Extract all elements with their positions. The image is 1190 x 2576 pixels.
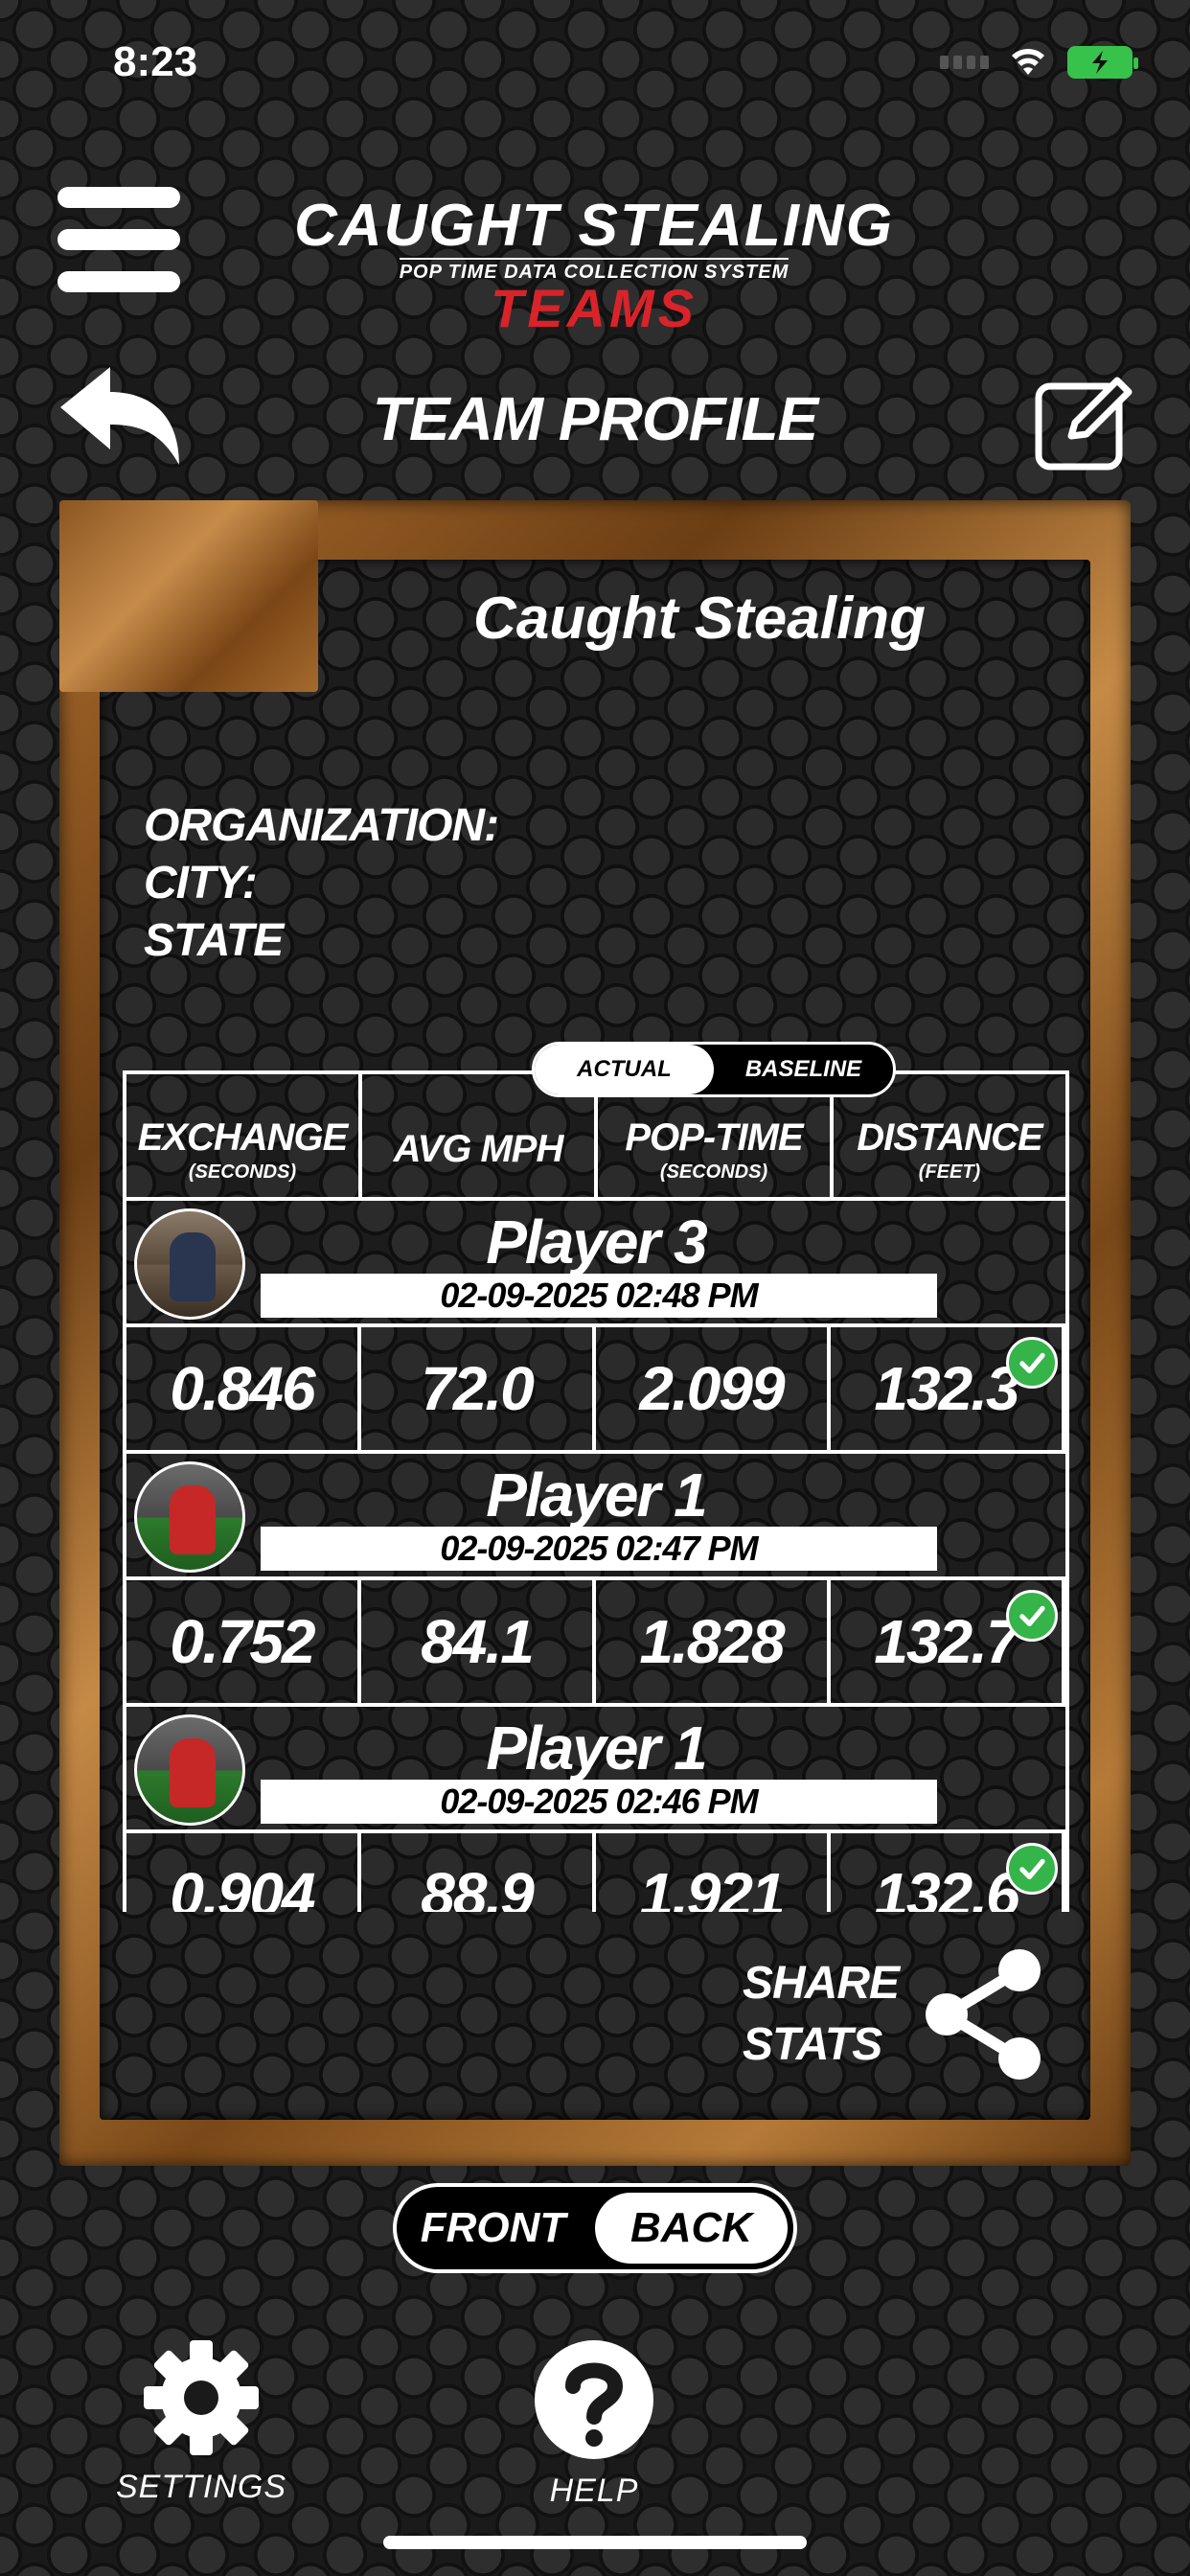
wifi-icon	[1012, 48, 1044, 75]
verified-check-icon	[1006, 1590, 1058, 1642]
player-name: Player 3	[486, 1208, 708, 1276]
player-name: Player 1	[486, 1714, 708, 1782]
throw-datetime: 02-09-2025 02:46 PM	[261, 1780, 937, 1824]
settings-label: SETTINGS	[115, 2469, 287, 2505]
player-row[interactable]: Player 1 02-09-2025 02:46 PM	[126, 1707, 1065, 1833]
stats-table[interactable]: EXCHANGE (SECONDS) AVG MPH POP-TIME (SEC…	[123, 1070, 1069, 1912]
toggle-back[interactable]: BACK	[595, 2193, 788, 2264]
status-time: 8:23	[113, 38, 198, 85]
share-icon[interactable]	[920, 1945, 1046, 2083]
pop-time-value: 2.099	[596, 1327, 831, 1450]
player-row[interactable]: Player 1 02-09-2025 02:47 PM	[126, 1454, 1065, 1580]
logo-teams-text: TEAMS	[491, 278, 698, 338]
team-name: Caught Stealing	[473, 586, 926, 652]
toggle-actual[interactable]: ACTUAL	[535, 1045, 714, 1094]
throw-datetime: 02-09-2025 02:47 PM	[261, 1527, 937, 1571]
menu-bar	[57, 229, 180, 250]
column-unit: (FEET)	[918, 1162, 981, 1183]
stats-values-row: 0.846 72.0 2.099 132.3	[126, 1327, 1065, 1454]
player-name: Player 1	[486, 1460, 708, 1530]
status-icons	[940, 46, 1138, 79]
settings-tab[interactable]: SETTINGS	[115, 2338, 287, 2506]
page-title: TEAM PROFILE	[372, 384, 818, 453]
column-header: EXCHANGE (SECONDS)	[126, 1074, 362, 1197]
exchange-value: 0.752	[126, 1580, 361, 1703]
exchange-value: 0.904	[126, 1833, 361, 1912]
column-label: AVG MPH	[393, 1127, 564, 1170]
home-indicator[interactable]	[383, 2536, 807, 2549]
stats-values-row: 0.904 88.9 1.921 132.6	[126, 1833, 1065, 1912]
team-info: ORGANIZATION: CITY: STATE	[144, 797, 499, 970]
throw-datetime: 02-09-2025 02:48 PM	[261, 1274, 937, 1318]
stats-values-row: 0.752 84.1 1.828 132.7	[126, 1580, 1065, 1707]
help-label: HELP	[549, 2472, 639, 2509]
logo-main-text: CAUGHT STEALING	[294, 193, 894, 259]
actual-baseline-toggle[interactable]: ACTUAL BASELINE	[532, 1042, 896, 1097]
player-row[interactable]: Player 3 02-09-2025 02:48 PM	[126, 1201, 1065, 1327]
help-tab[interactable]: HELP	[513, 2338, 675, 2510]
verified-check-icon	[1006, 1337, 1058, 1389]
city-label: CITY:	[144, 858, 258, 908]
pop-time-value: 1.828	[596, 1580, 831, 1703]
organization-label: ORGANIZATION:	[144, 800, 499, 851]
column-unit: (SECONDS)	[659, 1162, 768, 1183]
avg-mph-value: 72.0	[361, 1327, 596, 1450]
app-logo: CAUGHT STEALING POP TIME DATA COLLECTION…	[278, 193, 910, 338]
column-label: POP-TIME	[625, 1116, 803, 1159]
pop-time-value: 1.921	[596, 1833, 831, 1912]
column-label: DISTANCE	[857, 1116, 1042, 1159]
signal-icon	[940, 56, 989, 69]
edit-icon[interactable]	[1033, 369, 1136, 472]
share-line: STATS	[743, 2019, 882, 2070]
column-unit: (SECONDS)	[188, 1162, 297, 1183]
help-icon	[535, 2340, 653, 2459]
toggle-baseline[interactable]: BASELINE	[714, 1045, 893, 1094]
exchange-value: 0.846	[126, 1327, 361, 1450]
state-label: STATE	[144, 915, 284, 966]
share-line: SHARE	[743, 1958, 900, 2009]
menu-bar	[57, 187, 180, 208]
verified-check-icon	[1006, 1843, 1058, 1895]
share-stats-label[interactable]: SHARE STATS	[743, 1953, 900, 2076]
toggle-front[interactable]: FRONT	[397, 2187, 589, 2269]
menu-button[interactable]	[57, 187, 180, 292]
menu-bar	[57, 271, 180, 292]
front-back-toggle[interactable]: FRONT BACK	[393, 2183, 797, 2273]
column-label: EXCHANGE	[137, 1116, 349, 1159]
gear-icon	[144, 2340, 259, 2455]
card-corner-tab	[59, 500, 318, 692]
avg-mph-value: 84.1	[361, 1580, 596, 1703]
battery-icon	[1067, 46, 1138, 79]
avg-mph-value: 88.9	[361, 1833, 596, 1912]
